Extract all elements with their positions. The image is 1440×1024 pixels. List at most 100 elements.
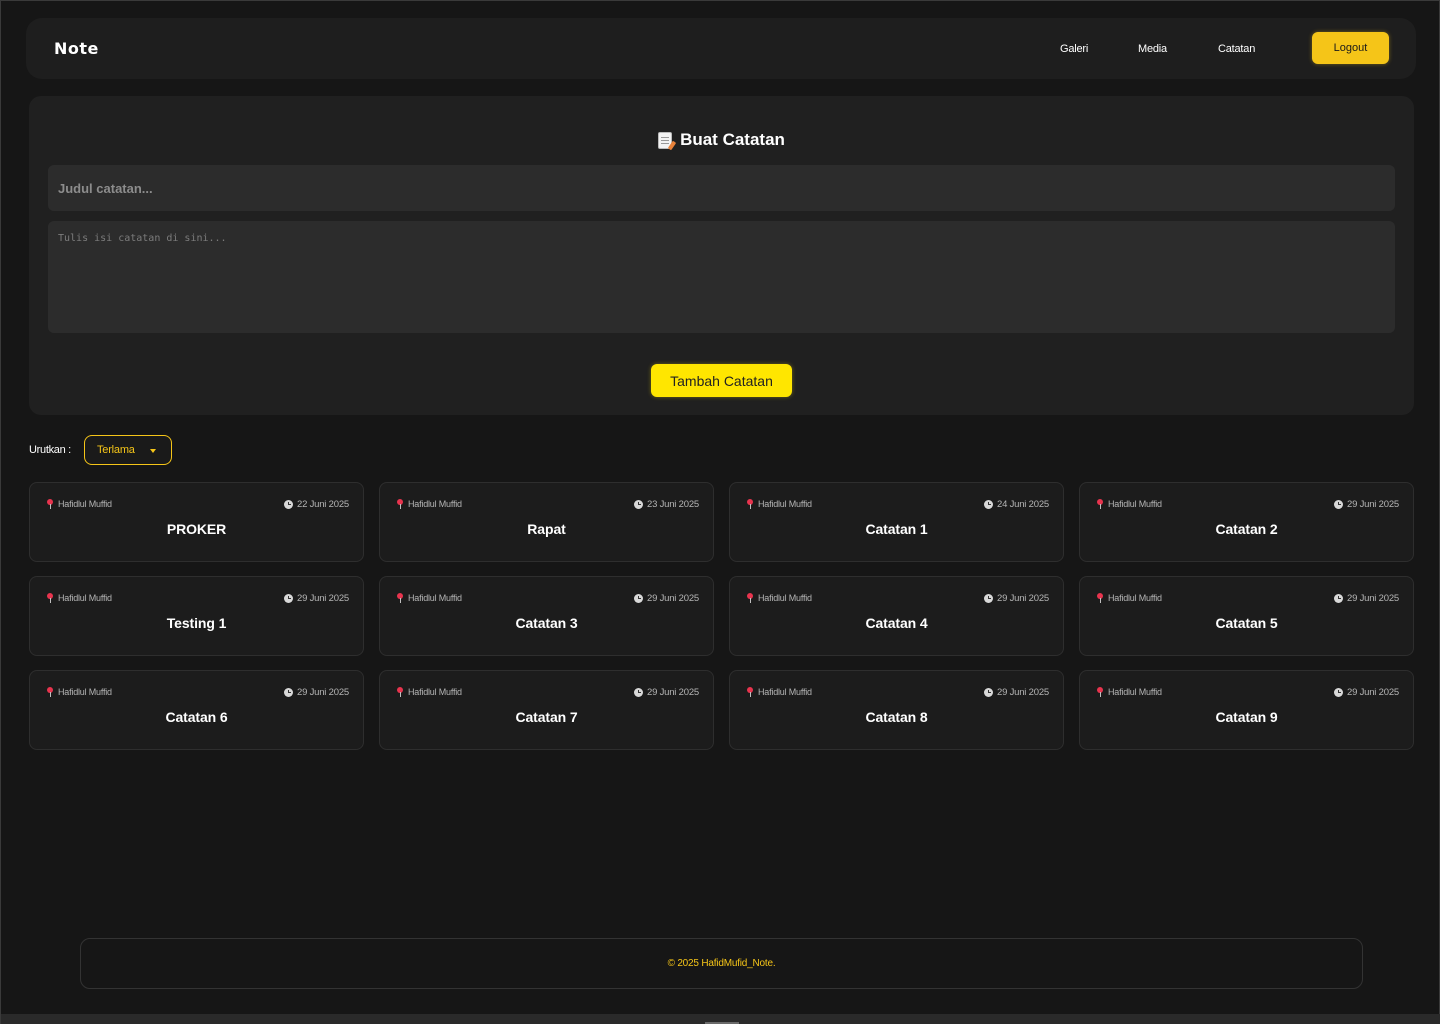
note-date: 29 Juni 2025: [283, 593, 349, 604]
note-date: 29 Juni 2025: [983, 593, 1049, 604]
pin-icon: [397, 499, 403, 509]
brand-logo[interactable]: Note: [54, 39, 99, 58]
create-note-heading: Buat Catatan: [29, 130, 1414, 150]
note-title-input[interactable]: [48, 165, 1395, 211]
note-card[interactable]: Hafidlul Muffid 29 Juni 2025 Catatan 6: [29, 670, 364, 750]
note-author: Hafidlul Muffid: [47, 593, 112, 603]
pin-icon: [747, 687, 753, 697]
nav-link-catatan[interactable]: Catatan: [1218, 43, 1255, 55]
note-author: Hafidlul Muffid: [747, 593, 812, 603]
note-title: Catatan 8: [865, 709, 928, 725]
note-author: Hafidlul Muffid: [747, 687, 812, 697]
clock-icon: [1333, 500, 1343, 509]
note-date-text: 29 Juni 2025: [646, 593, 699, 604]
note-title: Catatan 2: [1215, 521, 1278, 537]
sort-select[interactable]: Terlama: [84, 435, 172, 465]
clock-icon: [1333, 688, 1343, 697]
pin-icon: [1097, 593, 1103, 603]
note-card[interactable]: Hafidlul Muffid 29 Juni 2025 Catatan 3: [379, 576, 714, 656]
note-body-input[interactable]: [48, 221, 1395, 333]
logout-button[interactable]: Logout: [1312, 32, 1389, 64]
note-author-name: Hafidlul Muffid: [408, 499, 462, 509]
note-card[interactable]: Hafidlul Muffid 29 Juni 2025 Catatan 8: [729, 670, 1064, 750]
note-date-text: 29 Juni 2025: [296, 687, 349, 698]
clock-icon: [283, 594, 293, 603]
note-author-name: Hafidlul Muffid: [758, 593, 812, 603]
clock-icon: [633, 688, 643, 697]
clock-icon: [983, 594, 993, 603]
note-title: Catatan 4: [865, 615, 928, 631]
pin-icon: [47, 593, 53, 603]
note-author-name: Hafidlul Muffid: [408, 593, 462, 603]
note-author: Hafidlul Muffid: [1097, 499, 1162, 509]
pin-icon: [397, 593, 403, 603]
clock-icon: [633, 594, 643, 603]
add-note-button[interactable]: Tambah Catatan: [651, 364, 792, 397]
note-author: Hafidlul Muffid: [747, 499, 812, 509]
note-card[interactable]: Hafidlul Muffid 23 Juni 2025 Rapat: [379, 482, 714, 562]
note-card[interactable]: Hafidlul Muffid 29 Juni 2025 Catatan 2: [1079, 482, 1414, 562]
note-author-name: Hafidlul Muffid: [58, 593, 112, 603]
note-date: 23 Juni 2025: [633, 499, 699, 510]
pin-icon: [747, 593, 753, 603]
note-card[interactable]: Hafidlul Muffid 29 Juni 2025 Catatan 7: [379, 670, 714, 750]
note-author-name: Hafidlul Muffid: [1108, 593, 1162, 603]
pin-icon: [1097, 499, 1103, 509]
note-date-text: 29 Juni 2025: [646, 687, 699, 698]
note-date: 24 Juni 2025: [983, 499, 1049, 510]
note-date-text: 29 Juni 2025: [1346, 499, 1399, 510]
nav-link-galeri[interactable]: Galeri: [1060, 43, 1088, 55]
note-title: Catatan 6: [165, 709, 228, 725]
note-author: Hafidlul Muffid: [397, 499, 462, 509]
note-author-name: Hafidlul Muffid: [58, 687, 112, 697]
clock-icon: [633, 500, 643, 509]
note-author-name: Hafidlul Muffid: [1108, 687, 1162, 697]
note-date: 29 Juni 2025: [633, 687, 699, 698]
nav-link-media[interactable]: Media: [1138, 43, 1167, 55]
note-card[interactable]: Hafidlul Muffid 22 Juni 2025 PROKER: [29, 482, 364, 562]
caret-down-icon: [150, 449, 156, 453]
note-card[interactable]: Hafidlul Muffid 29 Juni 2025 Catatan 5: [1079, 576, 1414, 656]
memo-icon: [658, 131, 673, 149]
note-date-text: 29 Juni 2025: [1346, 687, 1399, 698]
footer-copyright: © 2025 HafidMufid_Note.: [667, 958, 776, 969]
notes-grid: Hafidlul Muffid 22 Juni 2025 PROKER Hafidlu…: [29, 482, 1415, 750]
note-title: Catatan 7: [515, 709, 578, 725]
pin-icon: [397, 687, 403, 697]
create-note-heading-text: Buat Catatan: [680, 130, 785, 149]
note-author-name: Hafidlul Muffid: [758, 499, 812, 509]
note-title: Testing 1: [166, 615, 227, 631]
note-card[interactable]: Hafidlul Muffid 29 Juni 2025 Catatan 4: [729, 576, 1064, 656]
note-date: 29 Juni 2025: [1333, 499, 1399, 510]
sort-control: Urutkan : Terlama: [29, 435, 172, 465]
note-author-name: Hafidlul Muffid: [1108, 499, 1162, 509]
note-date: 29 Juni 2025: [983, 687, 1049, 698]
note-title: Catatan 5: [1215, 615, 1278, 631]
note-author: Hafidlul Muffid: [47, 687, 112, 697]
note-title: Catatan 1: [865, 521, 928, 537]
create-note-panel: Buat Catatan Tambah Catatan: [29, 96, 1414, 415]
note-date-text: 29 Juni 2025: [1346, 593, 1399, 604]
horizontal-scrollbar[interactable]: [1, 1014, 1440, 1024]
note-card[interactable]: Hafidlul Muffid 29 Juni 2025 Catatan 9: [1079, 670, 1414, 750]
note-date-text: 22 Juni 2025: [296, 499, 349, 510]
note-date-text: 23 Juni 2025: [646, 499, 699, 510]
note-author: Hafidlul Muffid: [47, 499, 112, 509]
sort-selected-value: Terlama: [97, 444, 135, 456]
navbar: Note Galeri Media Catatan Logout: [26, 18, 1416, 79]
note-card[interactable]: Hafidlul Muffid 29 Juni 2025 Testing 1: [29, 576, 364, 656]
pin-icon: [747, 499, 753, 509]
note-card[interactable]: Hafidlul Muffid 24 Juni 2025 Catatan 1: [729, 482, 1064, 562]
note-date-text: 29 Juni 2025: [996, 593, 1049, 604]
sort-label: Urutkan :: [29, 444, 71, 456]
note-author-name: Hafidlul Muffid: [408, 687, 462, 697]
footer: © 2025 HafidMufid_Note.: [80, 938, 1363, 989]
clock-icon: [983, 688, 993, 697]
note-title: Catatan 3: [515, 615, 578, 631]
clock-icon: [983, 500, 993, 509]
note-date: 29 Juni 2025: [283, 687, 349, 698]
note-author: Hafidlul Muffid: [1097, 593, 1162, 603]
note-author-name: Hafidlul Muffid: [58, 499, 112, 509]
pin-icon: [47, 499, 53, 509]
note-title: Rapat: [527, 521, 566, 537]
